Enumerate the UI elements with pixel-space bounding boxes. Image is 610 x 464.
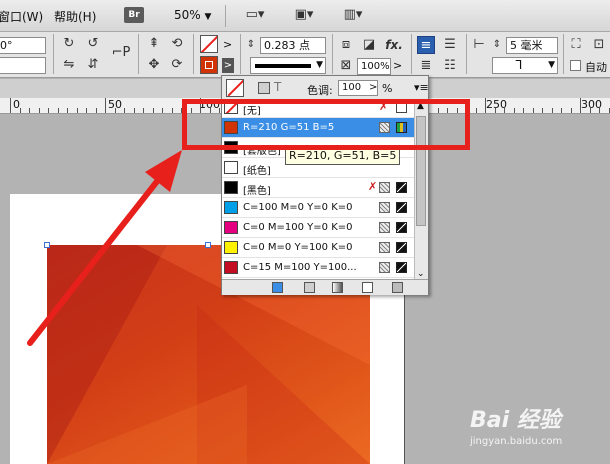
- arrow-shaft: [27, 172, 165, 346]
- watermark-brand: Bai 经验: [470, 408, 561, 433]
- baidu-watermark: Bai 经验 jingyan.baidu.com: [470, 402, 610, 462]
- annotation-arrow: [27, 150, 182, 346]
- watermark-url: jingyan.baidu.com: [470, 436, 563, 447]
